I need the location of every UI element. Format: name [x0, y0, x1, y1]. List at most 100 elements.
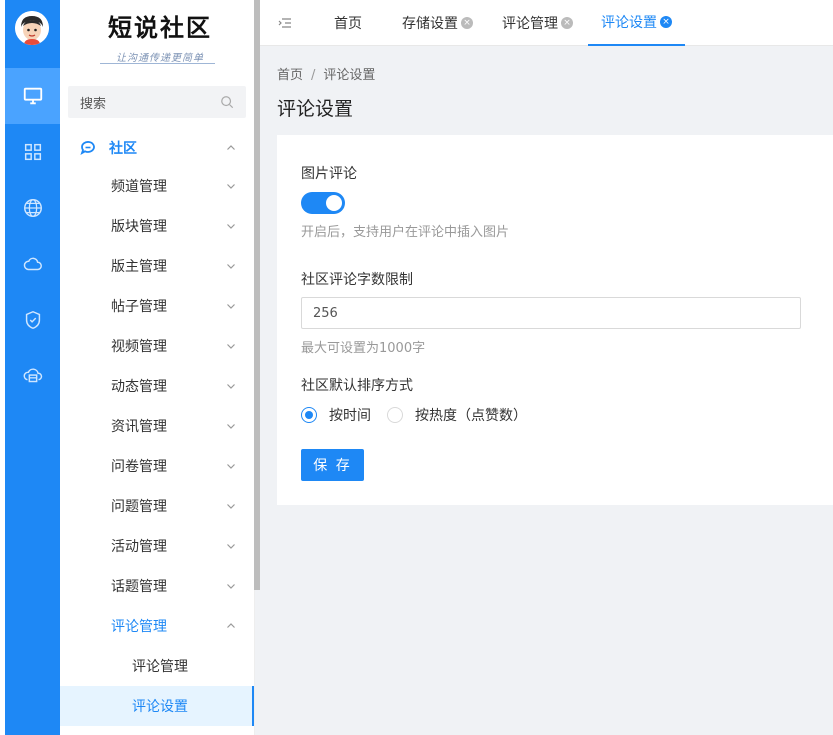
tab-label: 评论设置 [601, 15, 657, 31]
menu-subitem-comment-settings[interactable]: 评论设置 [60, 686, 254, 726]
logo-underline [100, 63, 215, 64]
save-button[interactable]: 保 存 [301, 449, 364, 481]
breadcrumb-home[interactable]: 首页 [277, 68, 303, 83]
menu-item-label: 频道管理 [111, 179, 167, 195]
sort-option-time[interactable]: 按时间 [301, 405, 371, 425]
menu-item-video[interactable]: 视频管理 [60, 326, 254, 366]
menu-item-label: 帖子管理 [111, 299, 167, 315]
menu-fold-icon[interactable] [278, 16, 292, 30]
chevron-up-icon [227, 145, 235, 150]
icon-rail [0, 0, 60, 735]
sort-label: 社区默认排序方式 [301, 378, 413, 394]
chevron-down-icon [227, 584, 235, 589]
menu-subitem-label: 评论管理 [132, 659, 188, 675]
logo-title: 短说社区 [108, 13, 212, 42]
menu-subitem-comment-manage[interactable]: 评论管理 [60, 646, 254, 686]
menu-item-label: 问题管理 [111, 499, 167, 515]
close-icon[interactable]: × [461, 17, 473, 29]
cloud-box-icon [23, 368, 42, 383]
image-comment-label: 图片评论 [301, 166, 357, 182]
menu-item-label: 资讯管理 [111, 419, 167, 435]
menu-item-news[interactable]: 资讯管理 [60, 406, 254, 446]
menu-item-label: 版块管理 [111, 219, 167, 235]
rail-item-cloud-box[interactable] [5, 348, 60, 404]
chevron-down-icon [227, 384, 235, 389]
chevron-down-icon [227, 184, 235, 189]
globe-icon [23, 199, 42, 217]
radio-unchecked[interactable] [387, 407, 403, 423]
rail-item-grid[interactable] [5, 124, 60, 180]
menu-item-label: 动态管理 [111, 379, 167, 395]
char-limit-label: 社区评论字数限制 [301, 272, 413, 288]
chevron-down-icon [227, 424, 235, 429]
side-menu: 短说社区 让沟通传递更简单 搜索 社区 频道管理 版块管理 版主管理 帖子管理 … [60, 0, 255, 735]
char-limit-help: 最大可设置为1000字 [301, 341, 426, 356]
char-limit-input[interactable]: 256 [301, 297, 801, 329]
tab-comment-settings[interactable]: 评论设置 × [588, 0, 685, 46]
radio-label: 按热度（点赞数） [415, 408, 527, 424]
menu-subitem-label: 评论设置 [132, 699, 188, 715]
grid-icon [24, 143, 41, 161]
logo-slogan: 让沟通传递更简单 [116, 53, 204, 64]
menu-item-label: 视频管理 [111, 339, 167, 355]
menu-item-topic[interactable]: 话题管理 [60, 566, 254, 606]
tab-label: 评论管理 [502, 16, 558, 32]
menu-item-activity[interactable]: 活动管理 [60, 526, 254, 566]
char-limit-value: 256 [313, 305, 338, 321]
menu-item-survey[interactable]: 问卷管理 [60, 446, 254, 486]
menu-scrollbar[interactable] [254, 0, 260, 590]
menu-group-label: 社区 [109, 141, 137, 157]
search-icon [221, 96, 234, 109]
menu-item-label: 问卷管理 [111, 459, 167, 475]
sort-radio-group: 按时间 按热度（点赞数） [301, 405, 543, 425]
rail-item-shield[interactable] [5, 292, 60, 348]
tab-label: 首页 [334, 16, 362, 32]
menu-item-label: 评论管理 [111, 619, 167, 635]
page-title: 评论设置 [277, 98, 354, 120]
chevron-down-icon [227, 504, 235, 509]
chevron-down-icon [227, 544, 235, 549]
tab-bar: 首页 存储设置 × 评论管理 × 评论设置 × [260, 0, 833, 46]
menu-item-label: 活动管理 [111, 539, 167, 555]
toggle-knob [326, 195, 342, 211]
chevron-up-icon [227, 623, 235, 628]
menu-group-community[interactable]: 社区 [60, 128, 254, 168]
chevron-down-icon [227, 344, 235, 349]
rail-item-globe[interactable] [5, 180, 60, 236]
chevron-down-icon [227, 304, 235, 309]
settings-card: 图片评论 开启后，支持用户在评论中插入图片 社区评论字数限制 256 最大可设置… [277, 135, 833, 505]
cloud-icon [23, 257, 42, 271]
avatar[interactable] [15, 11, 49, 45]
menu-item-question[interactable]: 问题管理 [60, 486, 254, 526]
tab-home[interactable]: 首页 [334, 0, 362, 46]
close-icon[interactable]: × [561, 17, 573, 29]
radio-label: 按时间 [329, 408, 371, 424]
tab-comment-manage[interactable]: 评论管理 × [502, 0, 573, 46]
breadcrumb: 首页 / 评论设置 [277, 64, 375, 83]
close-icon[interactable]: × [660, 16, 672, 28]
menu-item-feed[interactable]: 动态管理 [60, 366, 254, 406]
image-comment-toggle[interactable] [301, 192, 345, 214]
chevron-down-icon [227, 264, 235, 269]
menu-item-moderator[interactable]: 版主管理 [60, 246, 254, 286]
menu-item-channel[interactable]: 频道管理 [60, 166, 254, 206]
menu-item-label: 话题管理 [111, 579, 167, 595]
menu-item-comment[interactable]: 评论管理 [60, 606, 254, 646]
menu-item-label: 版主管理 [111, 259, 167, 275]
menu-item-board[interactable]: 版块管理 [60, 206, 254, 246]
breadcrumb-separator: / [311, 68, 316, 83]
radio-checked[interactable] [301, 407, 317, 423]
logo: 短说社区 让沟通传递更简单 [100, 8, 220, 66]
chevron-down-icon [227, 464, 235, 469]
menu-search[interactable]: 搜索 [68, 86, 246, 118]
desktop-icon [23, 87, 42, 105]
chevron-down-icon [227, 224, 235, 229]
search-placeholder[interactable]: 搜索 [80, 93, 220, 112]
rail-item-desktop[interactable] [5, 68, 60, 124]
sort-option-heat[interactable]: 按热度（点赞数） [387, 405, 527, 425]
rail-item-cloud[interactable] [5, 236, 60, 292]
menu-item-post[interactable]: 帖子管理 [60, 286, 254, 326]
tab-label: 存储设置 [402, 16, 458, 32]
tab-storage-settings[interactable]: 存储设置 × [402, 0, 473, 46]
breadcrumb-current: 评论设置 [323, 68, 376, 83]
